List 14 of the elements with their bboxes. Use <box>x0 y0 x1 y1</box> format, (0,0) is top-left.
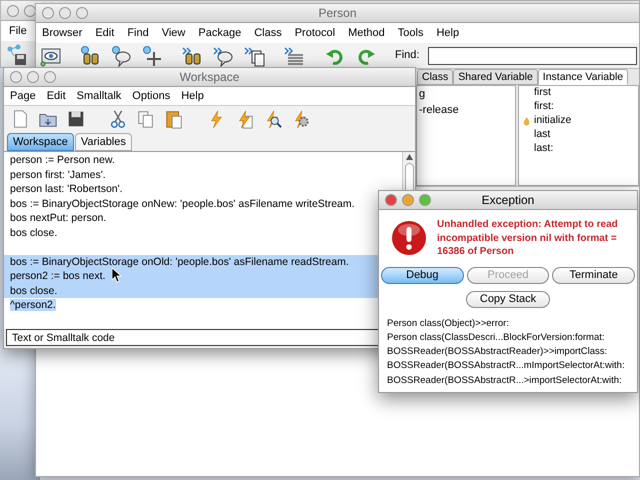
code-line: person last: 'Robertson'. <box>10 183 123 195</box>
code-line: person := Person new. <box>10 154 115 166</box>
window-title: Person <box>318 5 357 22</box>
code-line: person first: 'James'. <box>10 168 106 180</box>
code-line: person2 := bos next. <box>10 270 106 282</box>
code-line: bos close. <box>10 226 58 238</box>
code-line: bos nextPut: person. <box>10 212 106 224</box>
find-label: Find: <box>395 48 420 64</box>
code-line: bos := BinaryObjectStorage onOld: 'people.bos' asFilename readStream. <box>10 256 349 268</box>
code-line: bos := BinaryObjectStorage onNew: 'people.bos' asFilename writeStream. <box>10 198 355 210</box>
window-title: Exception <box>482 192 534 209</box>
code-line: bos close. <box>10 284 58 296</box>
window-title: Workspace <box>180 69 240 86</box>
error-message: Unhandled exception: Attempt to read incompatible version nil with format = 16386 of Person <box>437 218 619 258</box>
